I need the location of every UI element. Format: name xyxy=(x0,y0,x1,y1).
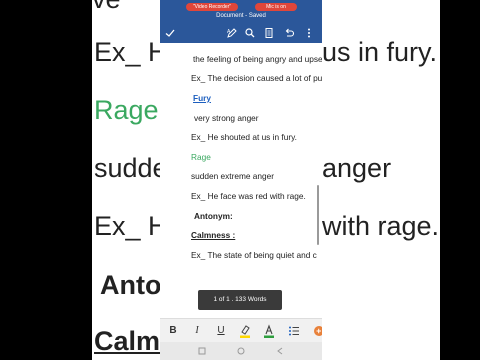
format-bar: B I U xyxy=(160,318,322,342)
back-icon[interactable] xyxy=(276,347,284,355)
doc-heading-antonym: Antonym: xyxy=(194,211,233,221)
phone-screen: "Video Recorder" Mic is on Document - Sa… xyxy=(160,0,322,360)
bg-line: Ex_ H xyxy=(94,211,168,241)
bg-line: ve xyxy=(92,0,121,15)
doc-line: Ex_ The decision caused a lot of pu xyxy=(191,73,322,83)
bullet-list-icon[interactable] xyxy=(287,323,301,339)
doc-line: the feeling of being angry and upse xyxy=(193,54,322,64)
check-icon[interactable] xyxy=(164,27,176,39)
bg-line: anger xyxy=(322,153,392,183)
letterbox-left xyxy=(0,0,92,360)
expand-ribbon-icon[interactable] xyxy=(310,323,322,339)
font-color-icon[interactable] xyxy=(262,323,276,339)
scrollbar[interactable] xyxy=(317,185,319,245)
document-title: Document - Saved xyxy=(216,13,266,19)
bold-button[interactable]: B xyxy=(166,323,180,339)
reading-view-icon[interactable] xyxy=(263,27,275,39)
bg-line: Rage xyxy=(94,95,159,125)
letterbox-right xyxy=(440,0,480,360)
italic-button[interactable]: I xyxy=(190,323,204,339)
doc-line: Ex_ The state of being quiet and c xyxy=(191,250,317,260)
pen-icon[interactable]: A xyxy=(226,27,238,39)
search-icon[interactable] xyxy=(244,27,256,39)
system-nav-bar xyxy=(160,342,322,360)
recents-icon[interactable] xyxy=(198,347,206,355)
bg-line: us in fury. xyxy=(322,37,438,67)
highlight-icon[interactable] xyxy=(238,323,252,339)
doc-line: Ex_ He face was red with rage. xyxy=(191,191,306,201)
underline-button[interactable]: U xyxy=(214,323,228,339)
bg-line: with rage. xyxy=(322,211,440,241)
doc-heading-rage: Rage xyxy=(191,152,211,162)
app-bar: "Video Recorder" Mic is on Document - Sa… xyxy=(160,0,322,43)
mic-indicator[interactable]: Mic is on xyxy=(255,3,297,11)
home-icon[interactable] xyxy=(237,347,245,355)
doc-line: Ex_ He shouted at us in fury. xyxy=(191,132,297,142)
bg-line: Anto xyxy=(100,270,162,300)
undo-icon[interactable] xyxy=(283,27,295,39)
doc-heading-calmness: Calmness : xyxy=(191,230,236,240)
toolbar: A xyxy=(160,24,322,42)
recorder-indicator[interactable]: "Video Recorder" xyxy=(186,3,238,11)
document-body[interactable]: the feeling of being angry and upse Ex_ … xyxy=(160,43,322,318)
more-icon[interactable] xyxy=(303,27,315,39)
doc-line: sudden extreme anger xyxy=(191,171,275,181)
doc-line: very strong anger xyxy=(194,113,259,123)
doc-heading-fury: Fury xyxy=(193,93,211,103)
word-count-toast: 1 of 1 . 133 Words xyxy=(198,290,282,310)
